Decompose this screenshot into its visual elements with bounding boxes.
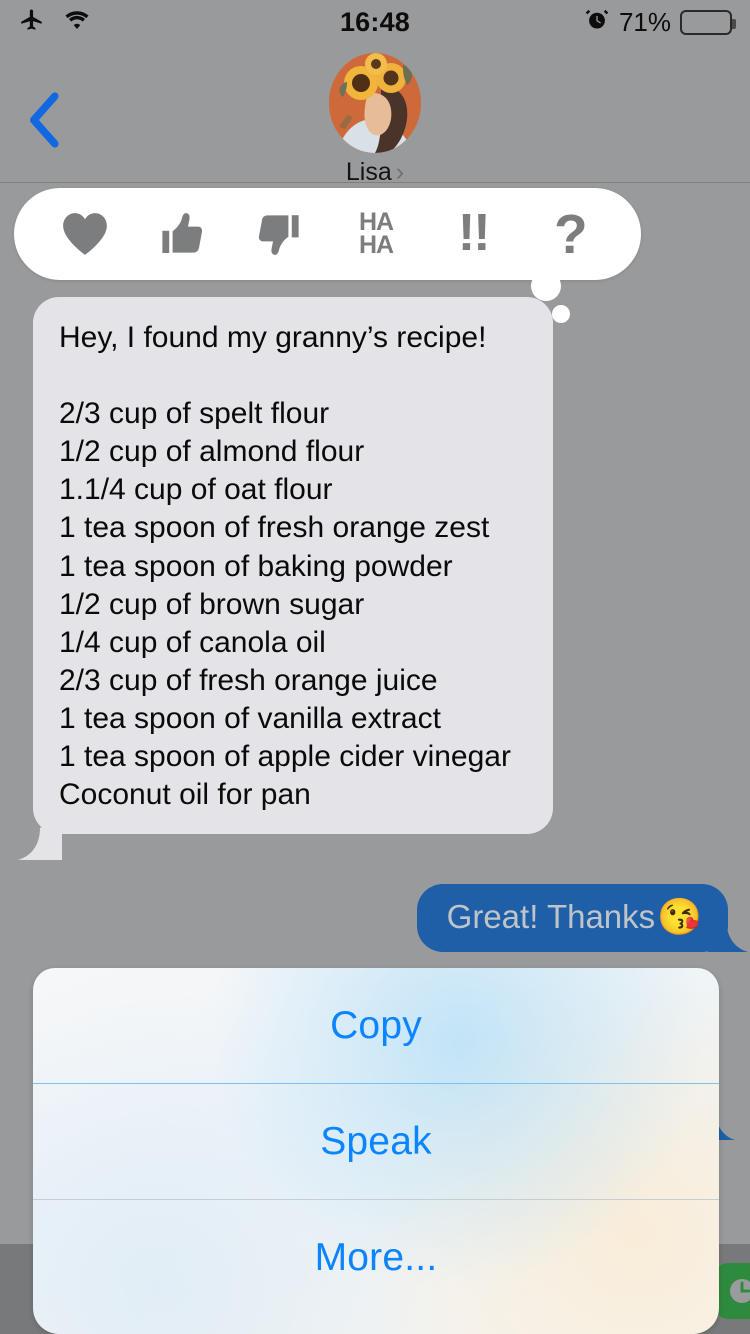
tapback-question-label: ?: [554, 202, 588, 265]
tapback-exclamation-icon[interactable]: !!: [436, 201, 510, 267]
contact-info[interactable]: Lisa ›: [346, 158, 404, 187]
status-bar: 16:48 71%: [0, 0, 750, 44]
nav-header: Lisa ›: [0, 44, 750, 186]
tapback-thumbs-up-icon[interactable]: [145, 201, 219, 267]
tapback-thumbs-down-icon[interactable]: [242, 201, 316, 267]
tapback-tail-dot-small: [552, 305, 570, 323]
chevron-right-icon: ›: [395, 158, 405, 186]
back-button[interactable]: [22, 91, 68, 153]
kissing-heart-emoji: 😘: [657, 895, 702, 937]
tapback-reaction-bar[interactable]: HA HA !! ?: [14, 188, 641, 280]
clock-app-icon[interactable]: [716, 1263, 750, 1319]
action-copy-button[interactable]: Copy: [33, 968, 719, 1083]
contact-name: Lisa: [345, 158, 392, 186]
incoming-message-bubble[interactable]: Hey, I found my granny’s recipe! 2/3 cup…: [33, 297, 553, 835]
tapback-heart-icon[interactable]: [48, 201, 122, 267]
tapback-tail-dot-large: [531, 271, 561, 301]
action-speak-button[interactable]: Speak: [33, 1084, 719, 1199]
tapback-haha-line2: HA: [358, 231, 394, 259]
message-action-sheet[interactable]: Copy Speak More...: [33, 968, 719, 1334]
outgoing-message-text: Great! Thanks: [446, 898, 656, 935]
status-bar-right: 71%: [584, 6, 736, 39]
outgoing-message-bubble[interactable]: Great! Thanks 😘: [416, 884, 728, 952]
action-more-button[interactable]: More...: [33, 1200, 719, 1315]
tapback-haha-icon[interactable]: HA HA: [339, 201, 413, 267]
tapback-exclamation-label: !!: [457, 204, 491, 263]
tapback-question-icon[interactable]: ?: [533, 201, 607, 267]
battery-percent-label: 71%: [618, 6, 671, 37]
avatar[interactable]: [329, 53, 421, 153]
chevron-left-icon: [28, 91, 62, 153]
battery-icon: [680, 9, 736, 35]
alarm-icon: [584, 6, 610, 39]
